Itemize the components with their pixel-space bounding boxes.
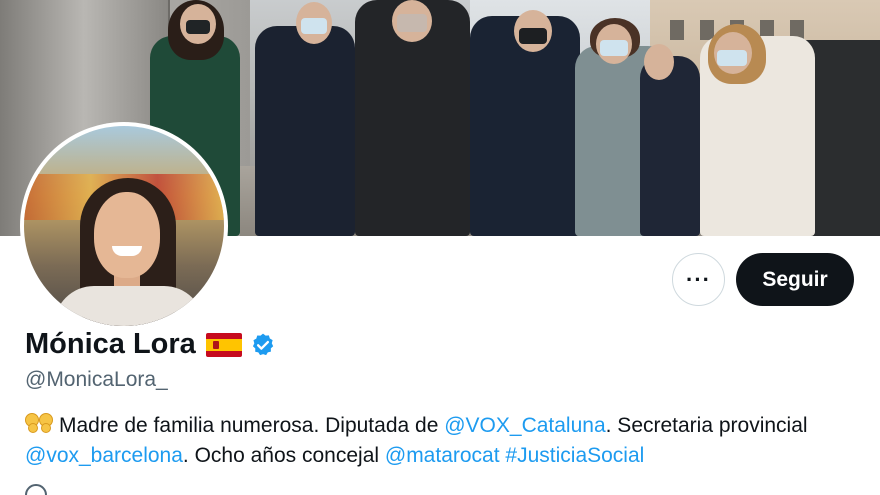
bio-mention-matarocat[interactable]: @matarocat	[385, 444, 500, 467]
bio-mention-vox-barcelona[interactable]: @vox_barcelona	[25, 444, 183, 467]
profile-bio: Madre de familia numerosa. Diputada de @…	[25, 411, 865, 471]
profile-avatar[interactable]	[20, 122, 228, 330]
location-icon	[25, 484, 47, 495]
profile-name-row: Mónica Lora	[25, 328, 276, 361]
bio-text: . Ocho años concejal	[182, 444, 385, 467]
bio-hashtag-justicia-social[interactable]: #JusticiaSocial	[505, 444, 644, 467]
profile-meta-row	[25, 484, 47, 495]
bio-mention-vox-cataluna[interactable]: @VOX_Cataluna	[444, 414, 605, 437]
bio-text: Madre de familia numerosa. Diputada de	[59, 414, 445, 437]
spain-flag-icon	[205, 332, 242, 357]
verified-badge-icon[interactable]	[250, 332, 276, 358]
profile-handle: @MonicaLora_	[25, 368, 168, 391]
banner-person	[255, 26, 355, 236]
bio-text: . Secretaria provincial	[605, 414, 808, 437]
follow-button[interactable]: Seguir	[736, 253, 854, 306]
profile-name: Mónica Lora	[25, 328, 196, 360]
avatar-photo	[24, 126, 224, 326]
family-emoji-icon	[25, 411, 55, 437]
more-options-button[interactable]: ···	[672, 253, 725, 306]
banner-person	[640, 56, 700, 236]
